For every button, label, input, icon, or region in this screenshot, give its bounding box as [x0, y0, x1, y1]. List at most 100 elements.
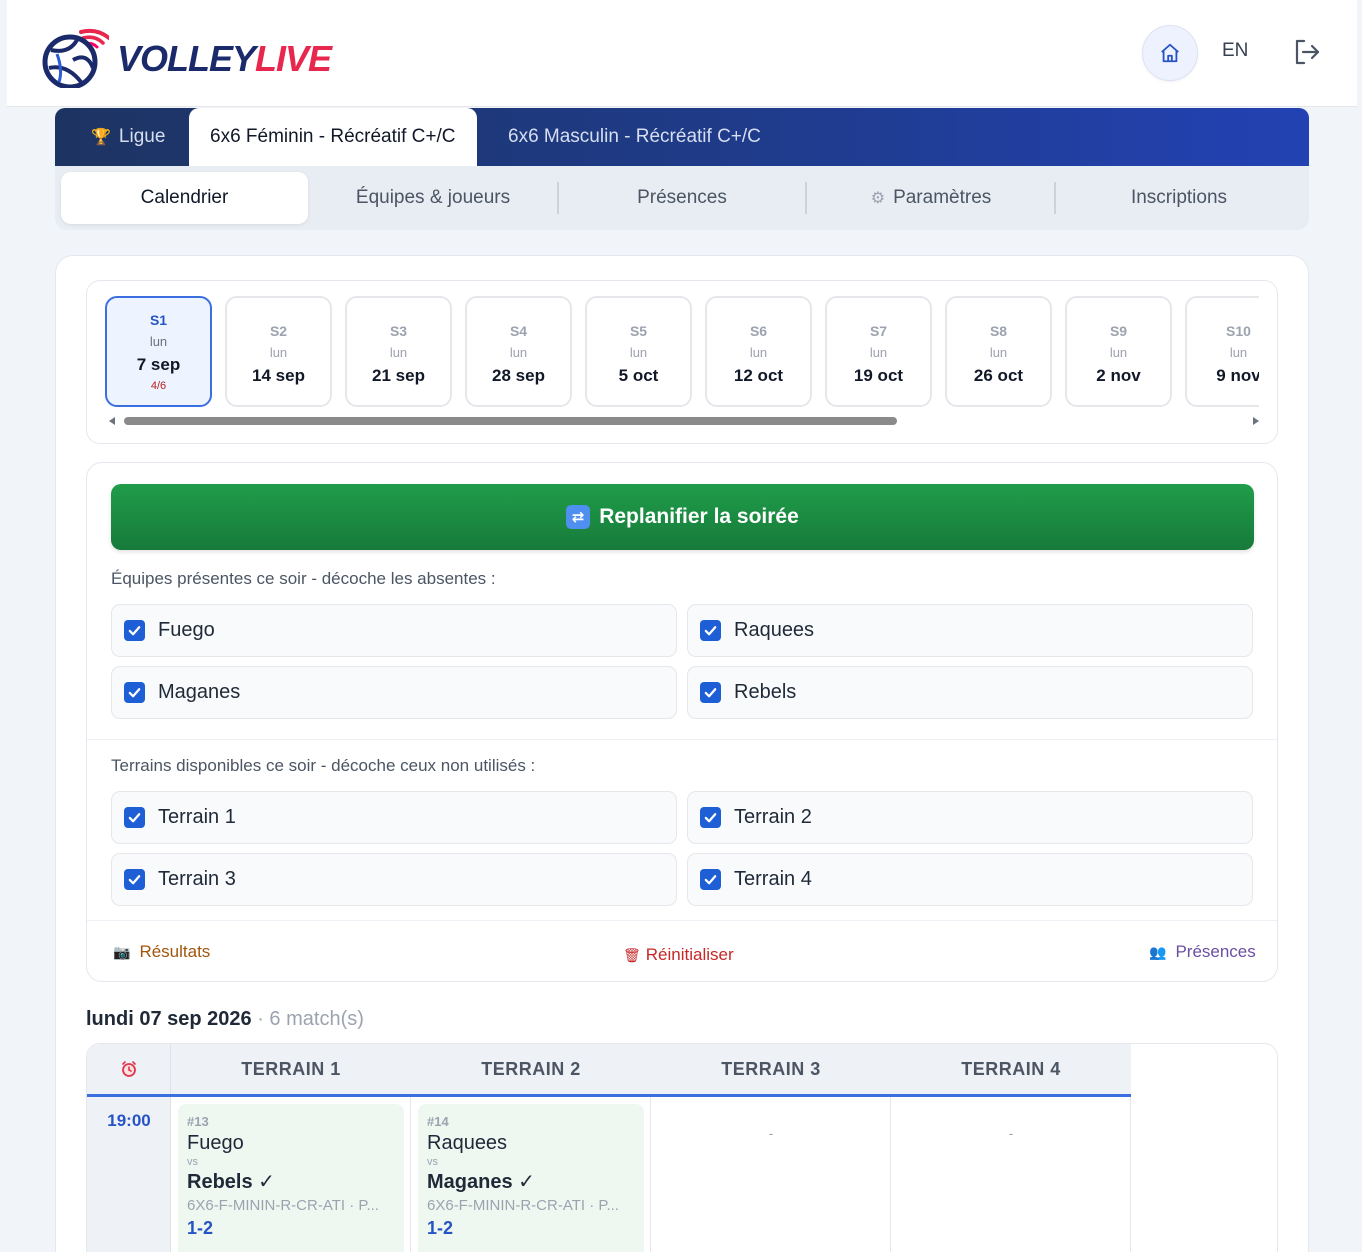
court-name: Terrain 4: [734, 868, 812, 890]
checkbox-checked[interactable]: [124, 682, 145, 703]
team-name: Fuego: [158, 619, 215, 641]
scroll-right-arrow-icon[interactable]: [1253, 417, 1259, 425]
week-date: 21 sep: [372, 366, 425, 385]
week-pill-s2[interactable]: S2 lun 14 sep: [225, 296, 332, 407]
tab-calendrier[interactable]: Calendrier: [61, 172, 308, 224]
checkbox-checked[interactable]: [124, 869, 145, 890]
match-card[interactable]: #14 Raquees vs Maganes ✓ 6X6-F-MININ-R-C…: [418, 1104, 644, 1252]
empty-slot[interactable]: -: [891, 1125, 1131, 1141]
court-column-3: -: [651, 1097, 891, 1252]
week-date: 12 oct: [733, 366, 784, 385]
brand-name: VOLLEYLIVE: [117, 38, 332, 80]
volleylive-logo[interactable]: VOLLEYLIVE: [37, 16, 332, 92]
tab-feminin-recreatif[interactable]: 6x6 Féminin - Récréatif C+/C: [189, 108, 477, 166]
week-code: S7: [869, 323, 888, 339]
brand-volley: VOLLEY: [117, 38, 256, 79]
week-pill-s7[interactable]: S7 lun 19 oct: [825, 296, 932, 407]
home-icon: [1161, 43, 1179, 63]
week-date: 28 sep: [492, 366, 545, 385]
tab-inscriptions[interactable]: Inscriptions: [1055, 172, 1303, 224]
week-date: 14 sep: [252, 366, 305, 385]
week-code: S9: [1109, 323, 1128, 339]
scroll-left-arrow-icon[interactable]: [109, 417, 115, 425]
team-name: Maganes: [158, 681, 241, 703]
logout-button[interactable]: [1291, 36, 1323, 68]
court-checkbox-3[interactable]: Terrain 3: [111, 853, 677, 906]
tab-league[interactable]: 🏆 Ligue: [91, 108, 165, 166]
court-name: Terrain 1: [158, 806, 236, 828]
match-code: 6X6-F-MININ-R-CR-ATI · P...: [187, 1197, 379, 1214]
team-checkbox-raquees[interactable]: Raquees: [687, 604, 1253, 657]
checkmark-icon: [704, 875, 717, 885]
home-team: Raquees: [427, 1132, 508, 1154]
checkmark-icon: [128, 626, 141, 636]
week-day: lun: [1229, 345, 1248, 360]
checkbox-checked[interactable]: [700, 620, 721, 641]
versus-label: vs: [187, 1156, 198, 1168]
checkbox-checked[interactable]: [124, 807, 145, 828]
team-checkbox-rebels[interactable]: Rebels: [687, 666, 1253, 719]
tab-equipes-joueurs[interactable]: Équipes & joueurs: [309, 172, 557, 224]
court-header-2: TERRAIN 2: [481, 1058, 581, 1079]
schedule-grid: TERRAIN 1 TERRAIN 2 TERRAIN 3 TERRAIN 4 …: [86, 1043, 1278, 1252]
results-link[interactable]: 📷 Résultats: [113, 942, 210, 962]
presences-link[interactable]: 👥 Présences: [1149, 942, 1256, 962]
court-checkbox-2[interactable]: Terrain 2: [687, 791, 1253, 844]
home-button[interactable]: [1142, 25, 1198, 81]
match-card[interactable]: #13 Fuego vs Rebels ✓ 6X6-F-MININ-R-CR-A…: [178, 1104, 404, 1252]
team-name: Raquees: [734, 619, 815, 641]
winning-team: Maganes ✓: [427, 1171, 535, 1193]
scrollbar-thumb[interactable]: [124, 417, 897, 425]
divider: [87, 739, 1277, 740]
court-name: Terrain 3: [158, 868, 236, 890]
week-code: S3: [389, 323, 408, 339]
trophy-icon: 🏆: [91, 129, 111, 146]
week-pill-s6[interactable]: S6 lun 12 oct: [705, 296, 812, 407]
week-scroll-area[interactable]: S1 lun 7 sep 4/6 S2 lun 14 sep S3 lun 21…: [105, 296, 1259, 410]
tab-parametres[interactable]: ⚙ Paramètres: [807, 172, 1055, 224]
horizontal-scrollbar[interactable]: [109, 415, 1259, 427]
week-pill-s4[interactable]: S4 lun 28 sep: [465, 296, 572, 407]
empty-slot[interactable]: -: [651, 1125, 891, 1141]
repeat-icon: ⇄: [566, 505, 591, 529]
week-pill-s8[interactable]: S8 lun 26 oct: [945, 296, 1052, 407]
trash-icon: 🗑: [623, 946, 641, 963]
court-checkbox-1[interactable]: Terrain 1: [111, 791, 677, 844]
week-date: 7 sep: [136, 355, 181, 374]
team-checkbox-fuego[interactable]: Fuego: [111, 604, 677, 657]
week-pill-s3[interactable]: S3 lun 21 sep: [345, 296, 452, 407]
week-day: lun: [629, 345, 648, 360]
match-number: #14: [427, 1114, 449, 1129]
week-selector: S1 lun 7 sep 4/6 S2 lun 14 sep S3 lun 21…: [86, 280, 1278, 444]
week-match-count: 4/6: [150, 380, 167, 392]
reset-link[interactable]: 🗑 Réinitialiser: [623, 945, 734, 965]
section-tab-bar: Calendrier Équipes & joueurs Présences ⚙…: [55, 166, 1309, 230]
replan-label: Replanifier la soirée: [599, 505, 799, 528]
week-pill-s9[interactable]: S9 lun 2 nov: [1065, 296, 1172, 407]
checkbox-checked[interactable]: [700, 807, 721, 828]
checkbox-checked[interactable]: [124, 620, 145, 641]
alarm-clock-icon: [87, 1044, 171, 1094]
checkmark-icon: [128, 688, 141, 698]
week-pill-s10[interactable]: S10 lun 9 nov: [1185, 296, 1259, 407]
checkmark-icon: [128, 813, 141, 823]
week-pill-s5[interactable]: S5 lun 5 oct: [585, 296, 692, 407]
language-toggle[interactable]: EN: [1222, 40, 1248, 62]
team-checkbox-maganes[interactable]: Maganes: [111, 666, 677, 719]
winning-team: Rebels ✓: [187, 1171, 275, 1193]
evening-planning-card: ⇄ Replanifier la soirée Équipes présente…: [86, 462, 1278, 982]
week-day: lun: [149, 334, 168, 349]
camera-icon: 📷: [113, 943, 131, 960]
week-pill-s1[interactable]: S1 lun 7 sep 4/6: [105, 296, 212, 407]
checkbox-checked[interactable]: [700, 869, 721, 890]
week-date: 9 nov: [1216, 366, 1259, 385]
tab-presences[interactable]: Présences: [558, 172, 806, 224]
replan-evening-button[interactable]: ⇄ Replanifier la soirée: [111, 484, 1254, 550]
court-checkbox-4[interactable]: Terrain 4: [687, 853, 1253, 906]
checkbox-checked[interactable]: [700, 682, 721, 703]
checkmark-icon: [704, 813, 717, 823]
tab-masculin-recreatif[interactable]: 6x6 Masculin - Récréatif C+/C: [508, 108, 761, 166]
court-header-4: TERRAIN 4: [961, 1058, 1061, 1079]
court-column-4: -: [891, 1097, 1131, 1252]
week-day: lun: [749, 345, 768, 360]
